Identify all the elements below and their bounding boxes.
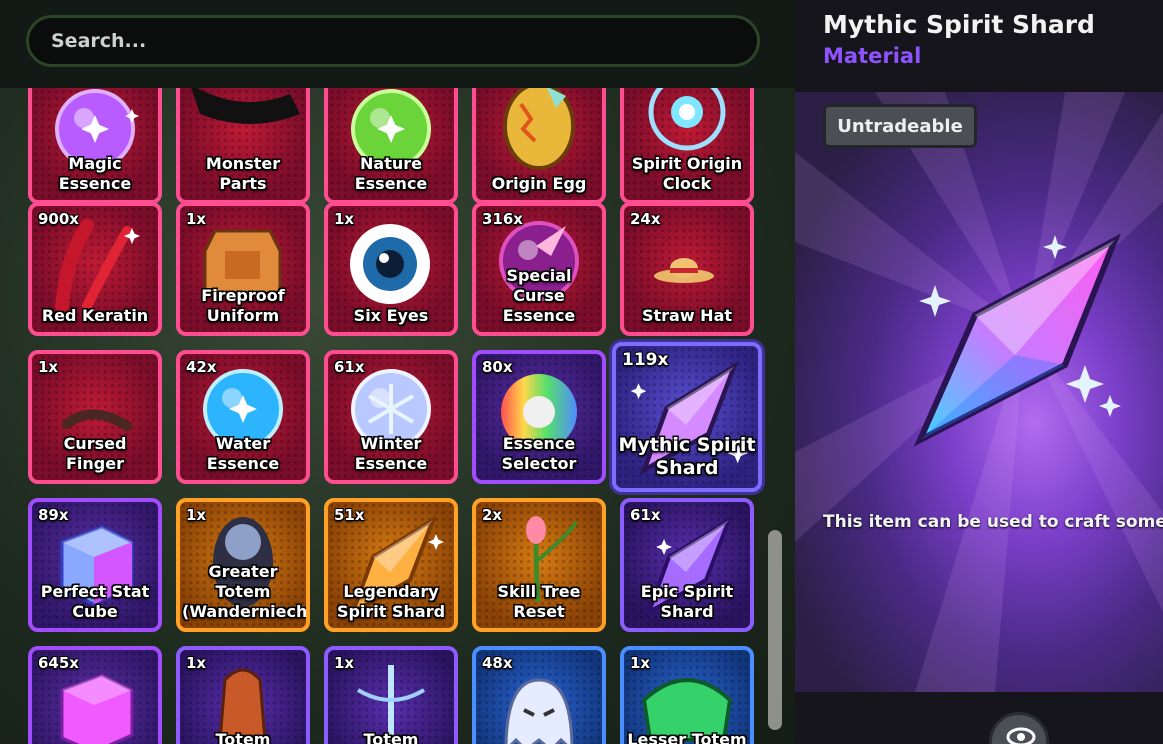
inventory-grid: Magic Essence Monster Parts Nature Essence…: [0, 88, 795, 744]
item-name: Cursed Finger: [63, 434, 127, 473]
inventory-item[interactable]: Monster Parts: [176, 88, 310, 204]
detail-footer: [795, 692, 1163, 744]
item-count: 1x: [186, 654, 207, 672]
item-count: 316x: [482, 210, 523, 228]
item-count: 119x: [622, 350, 669, 370]
inventory-item[interactable]: 1x Totem (Wanderniec: [324, 646, 458, 744]
item-name: Monster Parts: [205, 154, 281, 193]
item-name: Epic Spirit Shard: [640, 582, 734, 621]
inventory-item[interactable]: 1x Lesser Totem (Ancient: [620, 646, 754, 744]
item-name: Special Curse Essence: [502, 266, 576, 325]
item-name: Origin Egg: [491, 174, 587, 193]
item-count: 1x: [334, 210, 355, 228]
item-name: Legendary Spirit Shard: [336, 582, 446, 621]
inventory-item[interactable]: 51x Legendary Spirit Shard: [324, 498, 458, 632]
inventory-item[interactable]: 48x: [472, 646, 606, 744]
item-name: Magic Essence: [58, 154, 132, 193]
inventory-item[interactable]: Spirit Origin Clock: [620, 88, 754, 204]
item-name: Greater Totem (Wanderniech): [182, 562, 310, 621]
inventory-item[interactable]: Origin Egg: [472, 88, 606, 204]
item-name: Essence Selector: [501, 434, 577, 473]
inventory-item[interactable]: 1x Fireproof Uniform: [176, 202, 310, 336]
search-bar-area: [0, 0, 795, 88]
inventory-item[interactable]: 2x Skill Tree Reset: [472, 498, 606, 632]
item-count: 1x: [630, 654, 651, 672]
inventory-item[interactable]: 89x Perfect Stat Cube: [28, 498, 162, 632]
item-count: 48x: [482, 654, 513, 672]
item-count: 1x: [38, 358, 59, 376]
eye-icon: [1006, 727, 1036, 744]
inventory-item[interactable]: Nature Essence: [324, 88, 458, 204]
item-name: Nature Essence: [354, 154, 428, 193]
inventory-item[interactable]: 24x Straw Hat: [620, 202, 754, 336]
item-name: Spirit Origin Clock: [631, 154, 743, 193]
inventory-item[interactable]: 119x Mythic Spirit Shard: [612, 342, 762, 492]
item-name: Skill Tree Reset: [497, 582, 581, 621]
inventory-item[interactable]: 42x Water Essence: [176, 350, 310, 484]
inventory-item[interactable]: Magic Essence: [28, 88, 162, 204]
search-box[interactable]: [26, 15, 760, 67]
inventory-item[interactable]: 80x Essence Selector: [472, 350, 606, 484]
inventory-item[interactable]: 61x Winter Essence: [324, 350, 458, 484]
item-count: 61x: [334, 358, 365, 376]
item-count: 51x: [334, 506, 365, 524]
item-count: 2x: [482, 506, 503, 524]
inventory-item[interactable]: 1x Greater Totem (Wanderniech): [176, 498, 310, 632]
item-count: 645x: [38, 654, 79, 672]
mythic-spirit-shard-large-icon: [913, 233, 1121, 447]
inventory-item[interactable]: 645x: [28, 646, 162, 744]
untradeable-badge: Untradeable: [823, 104, 977, 148]
item-count: 24x: [630, 210, 661, 228]
item-count: 89x: [38, 506, 69, 524]
item-name: Perfect Stat Cube: [40, 582, 150, 621]
item-count: 900x: [38, 210, 79, 228]
item-count: 1x: [334, 654, 355, 672]
inventory-item[interactable]: 316x Special Curse Essence: [472, 202, 606, 336]
item-count: 1x: [186, 210, 207, 228]
detail-item-title: Mythic Spirit Shard: [823, 10, 1095, 39]
inventory-item[interactable]: 1x Cursed Finger: [28, 350, 162, 484]
inventory-grid-viewport[interactable]: Magic Essence Monster Parts Nature Essence…: [0, 88, 795, 744]
item-name: Winter Essence: [354, 434, 428, 473]
item-name: Fireproof Uniform: [201, 286, 285, 325]
detail-header: Mythic Spirit Shard Material: [795, 0, 1163, 92]
item-name: Totem (Wanderniec: [363, 730, 419, 744]
item-name: Red Keratin: [41, 306, 149, 325]
item-count: 1x: [186, 506, 207, 524]
item-name: Totem (Central: [215, 730, 271, 744]
item-count: 61x: [630, 506, 661, 524]
inventory-item[interactable]: 1x Six Eyes: [324, 202, 458, 336]
item-count: 80x: [482, 358, 513, 376]
item-name: Straw Hat: [641, 306, 733, 325]
search-input[interactable]: [51, 30, 757, 52]
item-name: Mythic Spirit Shard: [618, 434, 756, 479]
inventory-scrollbar[interactable]: [768, 530, 782, 730]
inventory-item[interactable]: 1x Totem (Central: [176, 646, 310, 744]
item-detail-panel: Mythic Spirit Shard Material Untradeable: [795, 0, 1163, 744]
detail-description: This item can be used to craft someth: [823, 512, 1163, 532]
inventory-item[interactable]: 61x Epic Spirit Shard: [620, 498, 754, 632]
item-name: Six Eyes: [353, 306, 429, 325]
item-name: Water Essence: [206, 434, 280, 473]
detail-item-type: Material: [823, 44, 922, 68]
inventory-item[interactable]: 900x Red Keratin: [28, 202, 162, 336]
item-name: Lesser Totem (Ancient: [627, 730, 747, 744]
item-count: 42x: [186, 358, 217, 376]
